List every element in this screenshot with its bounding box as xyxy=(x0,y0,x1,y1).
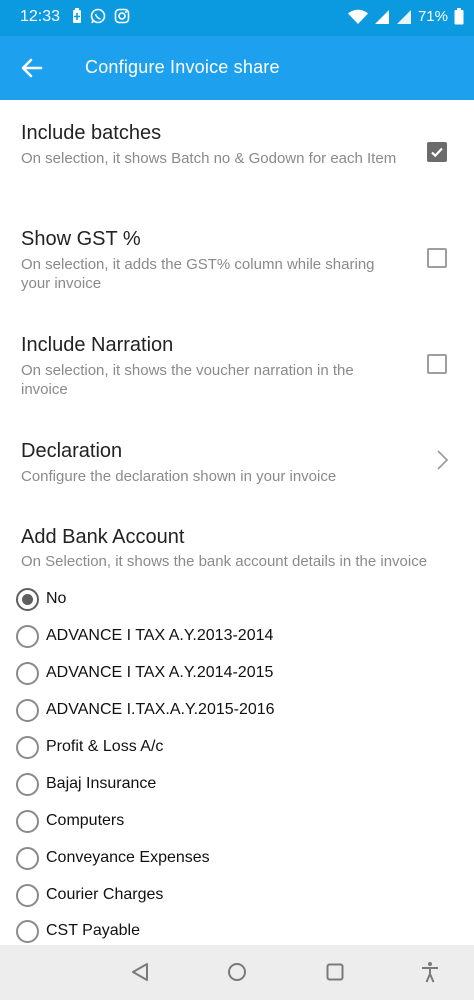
bank-option-advance-tax-2015[interactable]: ADVANCE I.TAX.A.Y.2015-2016 xyxy=(16,696,456,726)
radio-button[interactable] xyxy=(16,699,39,722)
status-time: 12:33 xyxy=(20,8,61,25)
setting-include-narration[interactable]: Include Narration On selection, it shows… xyxy=(0,312,474,418)
bank-option-advance-tax-2014[interactable]: ADVANCE I TAX A.Y.2014-2015 xyxy=(16,659,456,689)
setting-description: On selection, it adds the GST% column wh… xyxy=(21,256,375,292)
notification-icons xyxy=(72,8,130,24)
battery-icon xyxy=(454,8,464,25)
app-bar: Configure Invoice share xyxy=(0,36,474,100)
bank-option-cst-payable[interactable]: CST Payable xyxy=(16,917,456,947)
radio-label: ADVANCE I TAX A.Y.2013-2014 xyxy=(46,627,274,644)
radio-button[interactable] xyxy=(16,847,39,870)
setting-title: Include Narration xyxy=(21,334,174,356)
signal-icon xyxy=(396,9,411,24)
page-title: Configure Invoice share xyxy=(85,57,280,77)
whatsapp-icon xyxy=(90,8,106,24)
recents-square-icon[interactable] xyxy=(323,960,347,984)
bank-option-advance-tax-2013[interactable]: ADVANCE I TAX A.Y.2013-2014 xyxy=(16,622,456,652)
radio-label: Bajaj Insurance xyxy=(46,775,157,792)
radio-button[interactable] xyxy=(16,736,39,759)
radio-label: No xyxy=(46,590,67,607)
radio-label: Courier Charges xyxy=(46,886,164,903)
include-narration-checkbox[interactable] xyxy=(427,354,447,374)
setting-title: Include batches xyxy=(21,122,162,144)
bank-account-title: Add Bank Account xyxy=(21,526,185,548)
radio-label: CST Payable xyxy=(46,922,140,939)
instagram-icon xyxy=(114,8,130,24)
radio-label: Conveyance Expenses xyxy=(46,849,210,866)
setting-show-gst[interactable]: Show GST % On selection, it adds the GST… xyxy=(0,206,474,312)
setting-include-batches[interactable]: Include batches On selection, it shows B… xyxy=(0,100,474,206)
wifi-icon xyxy=(347,9,368,24)
radio-button[interactable] xyxy=(16,920,39,943)
bank-option-courier-charges[interactable]: Courier Charges xyxy=(16,881,456,911)
bank-option-no[interactable]: No xyxy=(16,585,456,615)
battery-percent: 71% xyxy=(417,8,448,25)
radio-label: ADVANCE I TAX A.Y.2014-2015 xyxy=(46,664,274,681)
setting-title: Show GST % xyxy=(21,228,141,250)
navigation-bar xyxy=(0,945,474,1000)
accessibility-icon[interactable] xyxy=(418,960,442,984)
radio-button[interactable] xyxy=(16,884,39,907)
system-icons: 71% xyxy=(347,8,464,25)
bank-account-description: On Selection, it shows the bank account … xyxy=(21,553,428,570)
bank-option-bajaj-insurance[interactable]: Bajaj Insurance xyxy=(16,770,456,800)
back-triangle-icon[interactable] xyxy=(128,960,152,984)
bank-option-profit-loss[interactable]: Profit & Loss A/c xyxy=(16,733,456,763)
include-batches-checkbox[interactable] xyxy=(427,142,447,162)
setting-declaration[interactable]: Declaration Configure the declaration sh… xyxy=(0,418,474,508)
radio-label: ADVANCE I.TAX.A.Y.2015-2016 xyxy=(46,701,275,718)
radio-button[interactable] xyxy=(16,625,39,648)
radio-label: Profit & Loss A/c xyxy=(46,738,164,755)
status-bar: 12:33 71% xyxy=(0,0,474,36)
setting-description: On selection, it shows the voucher narra… xyxy=(21,362,354,398)
back-arrow-icon[interactable] xyxy=(18,54,46,82)
setting-description: Configure the declaration shown in your … xyxy=(21,468,337,485)
show-gst-checkbox[interactable] xyxy=(427,248,447,268)
battery-saver-icon xyxy=(73,8,81,23)
radio-button[interactable] xyxy=(16,588,39,611)
bank-option-conveyance-expenses[interactable]: Conveyance Expenses xyxy=(16,844,456,874)
radio-label: Computers xyxy=(46,812,125,829)
bank-option-computers[interactable]: Computers xyxy=(16,807,456,837)
home-circle-icon[interactable] xyxy=(225,960,249,984)
setting-title: Declaration xyxy=(21,440,123,462)
setting-description: On selection, it shows Batch no & Godown… xyxy=(21,150,397,167)
radio-button[interactable] xyxy=(16,773,39,796)
radio-button[interactable] xyxy=(16,662,39,685)
chevron-right-icon xyxy=(437,450,449,470)
signal-icon xyxy=(374,9,389,24)
radio-button[interactable] xyxy=(16,810,39,833)
